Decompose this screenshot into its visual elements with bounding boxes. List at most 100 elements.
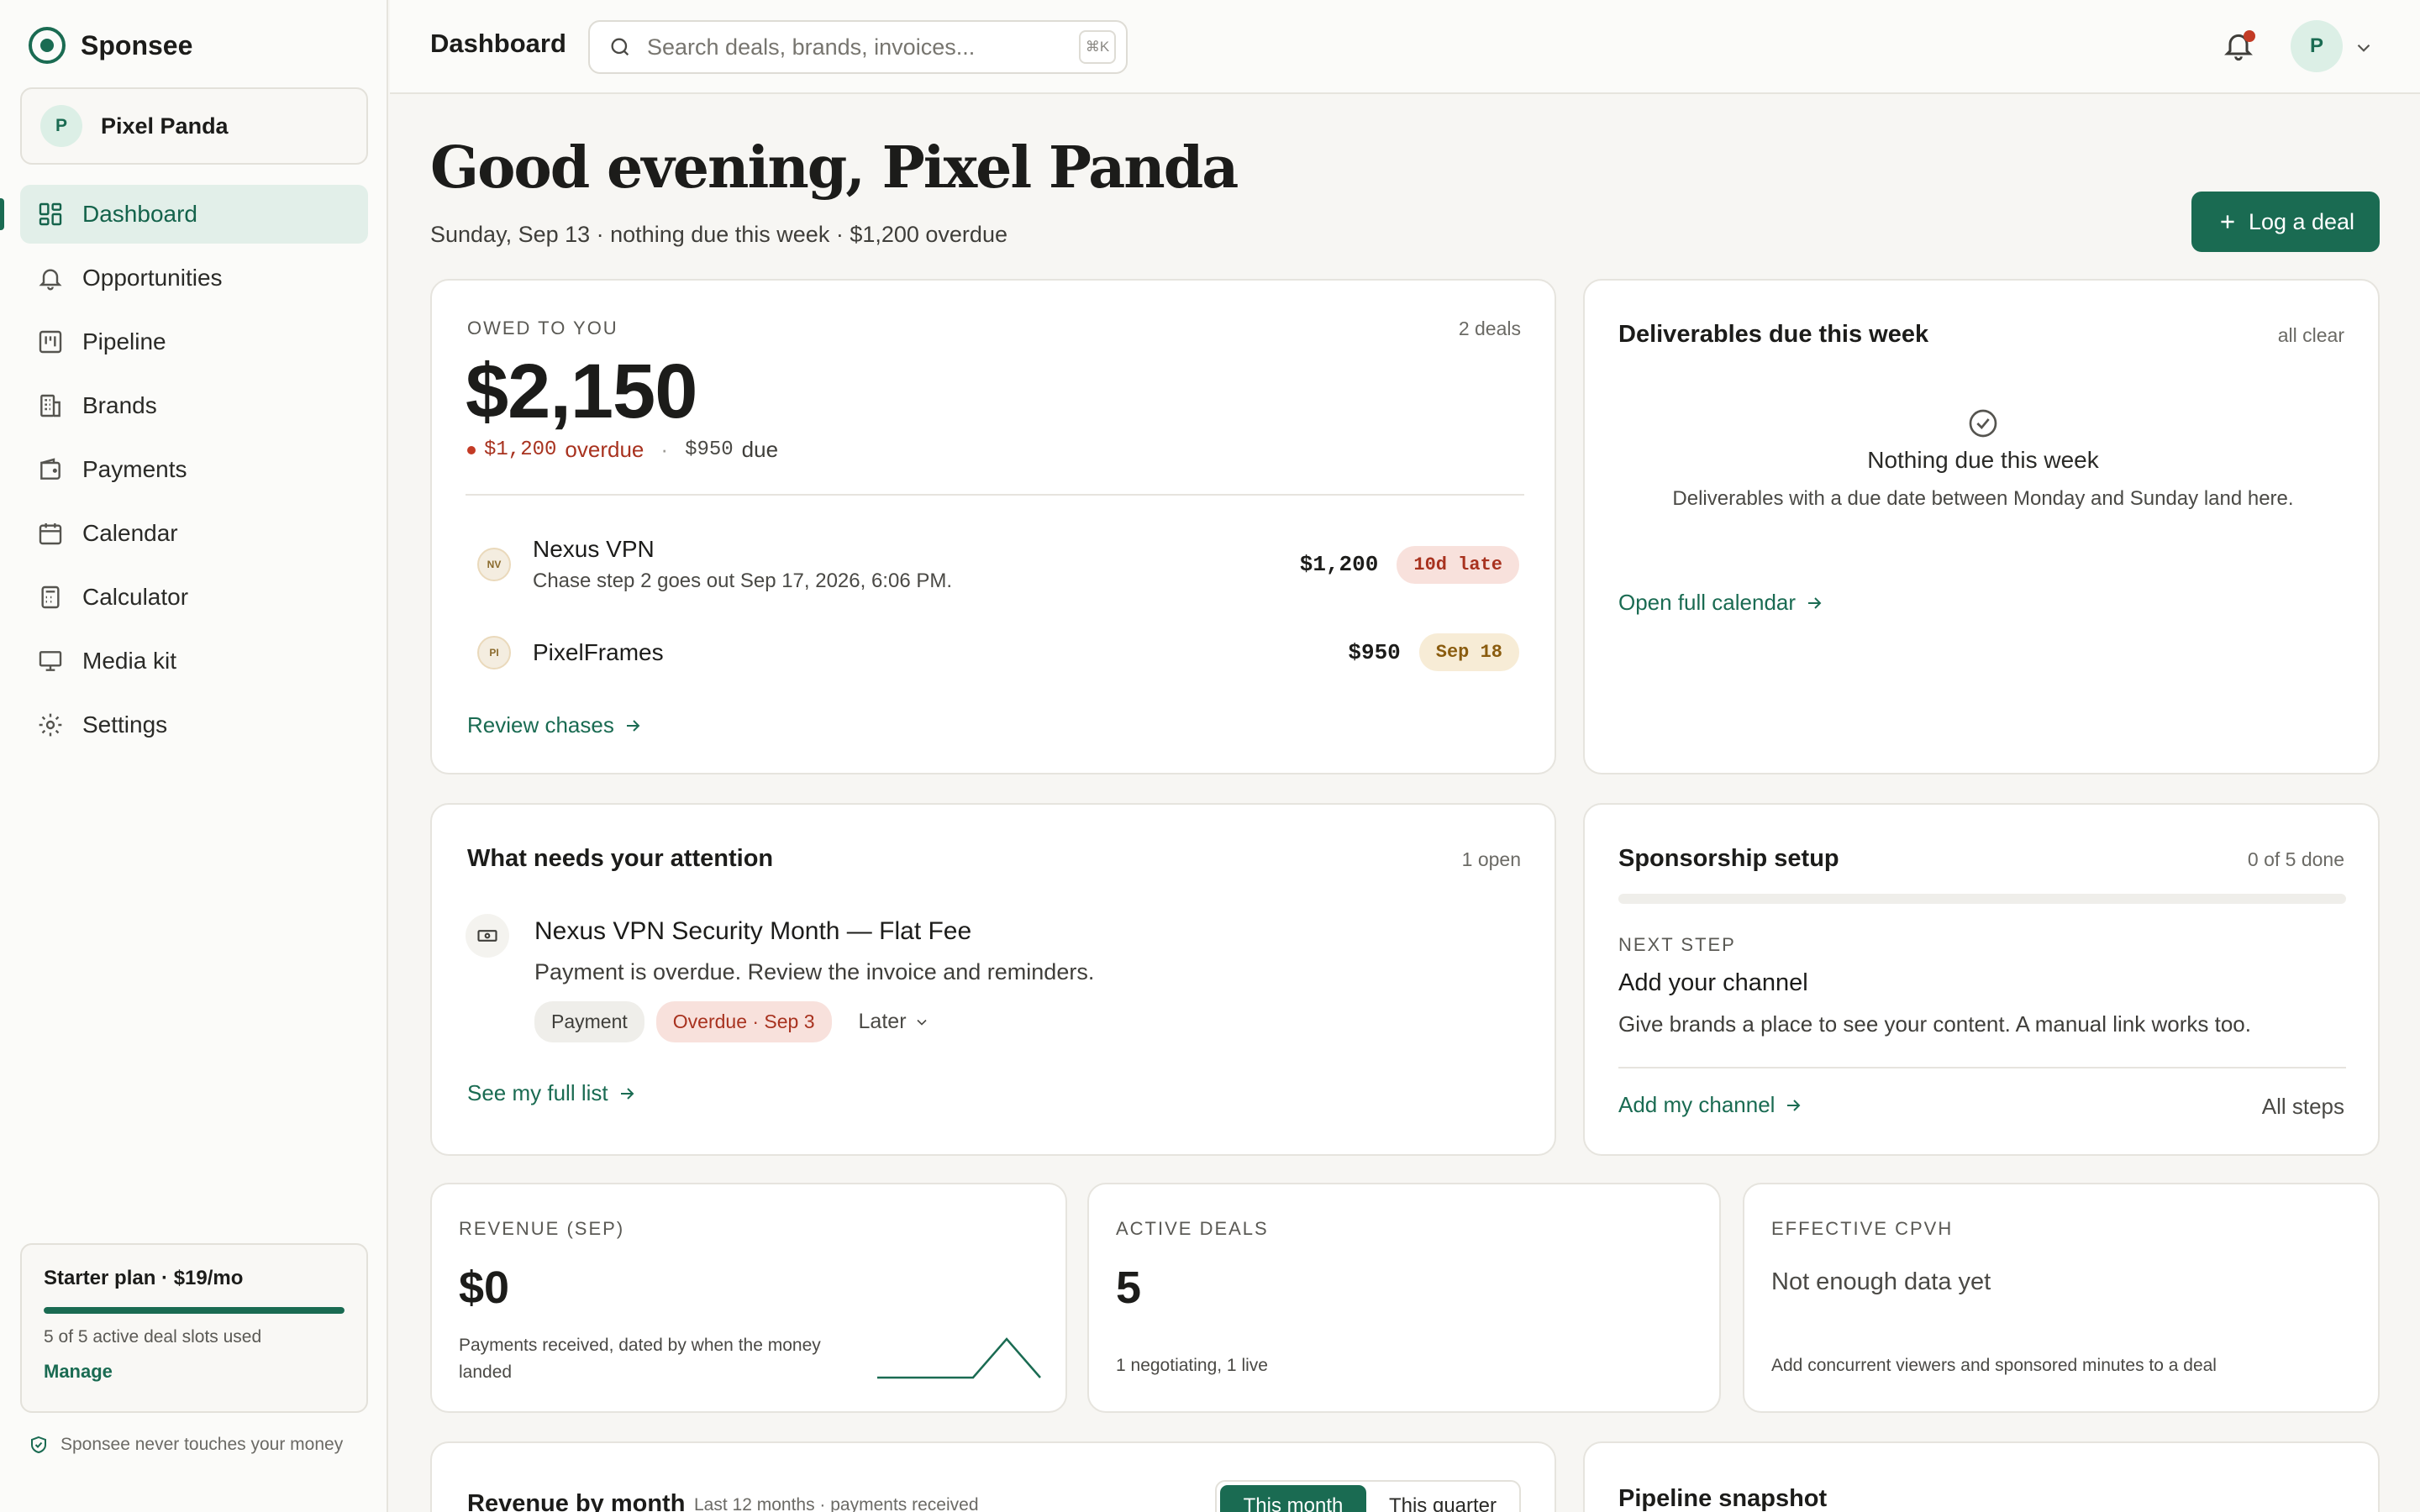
row-description: Chase step 2 goes out Sep 17, 2026, 6:06… [533, 570, 953, 592]
workspace-name: Pixel Panda [101, 113, 229, 139]
setup-card: Sponsorship setup 0 of 5 done NEXT STEP … [1583, 803, 2380, 1156]
overdue-word: overdue [565, 437, 644, 462]
period-toggle: This month This quarter [1215, 1480, 1521, 1512]
link-label: Open full calendar [1618, 590, 1797, 615]
brand-name: Sponsee [81, 29, 193, 60]
stat-label: REVENUE (SEP) [459, 1218, 625, 1239]
sidebar-item-pipeline[interactable]: Pipeline [20, 312, 368, 371]
plan-title: Starter plan · $19/mo [44, 1267, 244, 1289]
attention-count: 1 open [1461, 848, 1521, 870]
money-icon [477, 930, 497, 942]
status-tag: Overdue · Sep 3 [655, 1001, 832, 1042]
plus-icon [2221, 215, 2234, 228]
arrow-right-icon [1808, 596, 1822, 609]
user-avatar[interactable]: P [2291, 20, 2343, 72]
row-amount: $950 [1348, 639, 1401, 665]
sidebar-item-opportunities[interactable]: Opportunities [20, 249, 368, 307]
manage-plan-link[interactable]: Manage [44, 1361, 345, 1383]
setup-progress-text: 0 of 5 done [2247, 848, 2344, 870]
sidebar-item-brands[interactable]: Brands [20, 376, 368, 435]
due-amount: $950 [685, 438, 734, 461]
sidebar-item-label: Payments [82, 456, 187, 482]
link-label: Add my channel [1618, 1092, 1776, 1117]
sidebar-item-calculator[interactable]: Calculator [20, 568, 368, 627]
row-brand-name: PixelFrames [533, 638, 664, 665]
owed-row[interactable]: NV Nexus VPN Chase step 2 goes out Sep 1… [477, 536, 1519, 593]
sidebar-item-label: Media kit [82, 648, 177, 674]
attention-item-description: Payment is overdue. Review the invoice a… [534, 959, 1095, 984]
add-channel-link[interactable]: Add my channel [1618, 1092, 1803, 1118]
stat-note: Add concurrent viewers and sponsored min… [1771, 1356, 2217, 1375]
arrow-right-icon [1787, 1099, 1801, 1111]
arrow-right-icon [620, 1087, 634, 1100]
attention-item-icon [466, 914, 509, 958]
search-shortcut: ⌘K [1079, 30, 1116, 64]
attention-title: What needs your attention [467, 845, 774, 872]
revenue-sparkline [877, 1337, 1041, 1379]
trust-note: Sponsee never touches your money [29, 1431, 365, 1457]
divider [466, 494, 1524, 496]
bell-icon [39, 269, 62, 291]
wallet-icon [40, 458, 60, 480]
workspace-avatar: P [40, 105, 82, 147]
next-step-description: Give brands a place to see your content.… [1618, 1011, 2251, 1037]
search-placeholder: Search deals, brands, invoices... [647, 34, 976, 60]
deliverables-card: Deliverables due this week all clear Not… [1583, 279, 2380, 774]
brand-logo: NV [477, 548, 511, 581]
owed-count: 2 deals [1458, 318, 1521, 339]
trust-text: Sponsee never touches your money [60, 1435, 344, 1454]
pipeline-snapshot-card: Pipeline snapshot [1583, 1441, 2380, 1512]
next-step-label: NEXT STEP [1618, 934, 1736, 955]
sidebar-item-label: Calculator [82, 584, 189, 610]
attention-item-title[interactable]: Nexus VPN Security Month — Flat Fee [534, 917, 971, 946]
stat-value: $0 [459, 1263, 510, 1313]
divider [1618, 1067, 2346, 1068]
sidebar-item-label: Settings [82, 711, 168, 738]
chevron-down-icon[interactable] [2353, 37, 2375, 59]
stat-note: 1 negotiating, 1 live [1116, 1356, 1268, 1375]
due-date-badge: Sep 18 [1418, 633, 1519, 671]
link-label: See my full list [467, 1080, 608, 1105]
sidebar-item-label: Brands [82, 392, 157, 418]
sidebar-item-calendar[interactable]: Calendar [20, 504, 368, 563]
search-input[interactable]: Search deals, brands, invoices... ⌘K [588, 20, 1128, 74]
setup-title: Sponsorship setup [1618, 845, 1839, 872]
revenue-chart-card: Revenue by month Last 12 months · paymen… [430, 1441, 1556, 1512]
toggle-this-quarter[interactable]: This quarter [1370, 1485, 1516, 1512]
link-label: Review chases [467, 712, 614, 738]
plan-usage-text: 5 of 5 active deal slots used [44, 1327, 262, 1347]
all-steps-link[interactable]: All steps [2262, 1094, 2344, 1120]
sidebar-item-payments[interactable]: Payments [20, 440, 368, 499]
owed-row[interactable]: PI PixelFrames $950 Sep 18 [477, 633, 1519, 671]
sidebar-item-settings[interactable]: Settings [20, 696, 368, 754]
stat-value: Not enough data yet [1771, 1268, 1991, 1295]
revenue-stat-card: REVENUE (SEP) $0 Payments received, date… [430, 1183, 1067, 1413]
later-dropdown[interactable]: Later [859, 1010, 930, 1034]
due-word: due [741, 437, 779, 462]
page-title: Dashboard [430, 29, 566, 58]
sidebar-nav: Dashboard Opportunities Pipeline Brands … [0, 185, 368, 759]
type-tag: Payment [534, 1001, 644, 1042]
sidebar-item-label: Pipeline [82, 328, 166, 354]
toggle-this-month[interactable]: This month [1220, 1485, 1366, 1512]
deliverables-status: all clear [2277, 324, 2344, 346]
calendar-icon [39, 523, 62, 545]
next-step-title: Add your channel [1618, 969, 1808, 996]
sidebar-item-label: Dashboard [82, 201, 197, 227]
brand-logo: PI [477, 635, 511, 669]
review-chases-link[interactable]: Review chases [467, 712, 643, 738]
attention-card: What needs your attention 1 open Nexus V… [430, 803, 1556, 1156]
building-icon [40, 394, 60, 417]
sidebar-item-dashboard[interactable]: Dashboard [0, 185, 368, 244]
revenue-chart-subtitle: Last 12 months · payments received [694, 1495, 979, 1512]
topbar: Dashboard Search deals, brands, invoices… [390, 0, 2420, 94]
owed-label: OWED TO YOU [467, 318, 618, 339]
sidebar-item-media-kit[interactable]: Media kit [20, 632, 368, 690]
workspace-switcher[interactable]: P Pixel Panda [20, 87, 368, 165]
brand[interactable]: Sponsee [29, 27, 192, 64]
owed-amount: $2,150 [466, 349, 697, 434]
see-full-list-link[interactable]: See my full list [467, 1080, 637, 1106]
greeting-heading: Good evening, Pixel Panda [430, 134, 1239, 202]
log-deal-button[interactable]: Log a deal [2191, 192, 2380, 252]
open-calendar-link[interactable]: Open full calendar [1618, 590, 1824, 616]
